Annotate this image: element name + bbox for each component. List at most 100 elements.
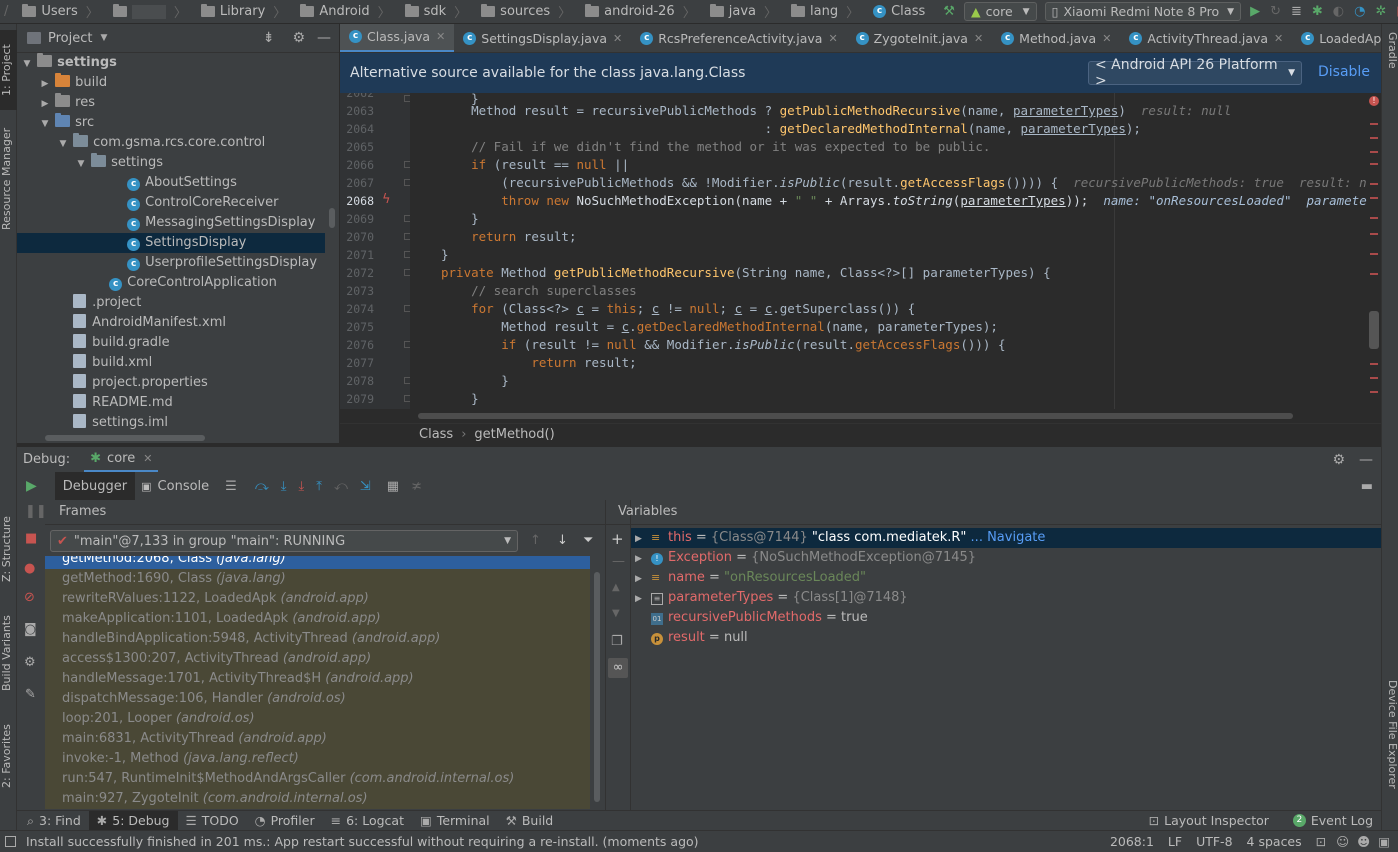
editor-tab[interactable]: c Class.java ✕ [340, 24, 455, 52]
profile-icon[interactable]: ◔ [1354, 4, 1365, 20]
platform-select[interactable]: < Android API 26 Platform > ▼ [1088, 57, 1302, 89]
frame-item[interactable]: getMethod:1690, Class (java.lang) [45, 569, 590, 589]
nav-crumb-library[interactable]: Library 〉 [197, 2, 296, 21]
variable-row[interactable]: ▶ ≡ name = "onResourcesLoaded" [627, 568, 866, 588]
toggle-tool-windows-icon[interactable] [5, 836, 16, 847]
collapse-all-icon[interactable]: ⇟ [263, 30, 275, 46]
error-mark[interactable] [1370, 123, 1378, 125]
close-icon[interactable]: ✕ [974, 32, 983, 45]
error-mark[interactable] [1370, 391, 1378, 393]
code-editor[interactable]: } Method result = recursivePublicMethods… [410, 93, 1367, 409]
expand-arrow-icon[interactable]: ▼ [57, 134, 69, 154]
resume-icon[interactable]: ▶ [26, 478, 37, 494]
editor-tab[interactable]: c ZygoteInit.java ✕ [847, 24, 993, 52]
error-mark[interactable] [1370, 197, 1378, 199]
tool-window-2[interactable]: ☰ TODO [178, 811, 247, 831]
inspector-icon[interactable]: ☺ [1336, 834, 1349, 849]
error-mark[interactable] [1370, 137, 1378, 139]
tree-item[interactable]: ▼ settings [17, 153, 325, 173]
trace-icon[interactable]: ≭ [411, 479, 422, 494]
editor-hscrollbar[interactable] [410, 409, 1381, 423]
line-separator[interactable]: LF [1168, 834, 1182, 849]
tree-item[interactable]: ▶ res [17, 93, 325, 113]
nav-crumb-class[interactable]: c Class [869, 4, 929, 19]
nav-crumb-java[interactable]: java 〉 [706, 2, 787, 21]
editor-vscroll-thumb[interactable] [1369, 311, 1379, 349]
menu-icon[interactable]: ☰ [225, 479, 237, 494]
expand-arrow-icon[interactable]: ▶ [635, 549, 651, 569]
nav-crumb-sdk[interactable]: sdk 〉 [401, 2, 478, 21]
variable-row[interactable]: 01 recursivePublicMethods = true [627, 608, 868, 628]
error-mark[interactable] [1370, 163, 1378, 165]
tab-device-file-explorer[interactable]: Device File Explorer [1382, 680, 1398, 820]
editor-hscroll-thumb[interactable] [418, 413, 1293, 419]
step-into-icon[interactable]: ⤓ [281, 479, 287, 494]
tab-console[interactable]: ▣ Console [141, 479, 209, 494]
layout-settings-icon[interactable]: ▬ [1361, 479, 1373, 494]
pause-icon[interactable]: ❚❚ [25, 504, 47, 519]
error-stripe[interactable]: ! [1367, 93, 1381, 409]
arrow-down-icon[interactable]: ↓ [557, 533, 568, 548]
tree-item[interactable]: c CoreControlApplication [17, 273, 325, 293]
event-log-button[interactable]: 2 Event Log [1285, 811, 1381, 831]
expand-arrow-icon[interactable]: ▶ [39, 94, 51, 114]
tool-window-1[interactable]: ✱ 5: Debug [88, 810, 178, 831]
tool-window-3[interactable]: ◔ Profiler [247, 811, 323, 831]
tree-item[interactable]: .project [17, 293, 325, 313]
error-mark[interactable] [1370, 183, 1378, 185]
expand-arrow-icon[interactable]: ▼ [21, 54, 33, 74]
tree-item[interactable]: project.properties [17, 373, 325, 393]
tree-item[interactable]: c ControlCoreReceiver [17, 193, 325, 213]
run-config-select[interactable]: ▲ core ▼ [963, 2, 1037, 21]
nav-crumb-lang[interactable]: lang 〉 [787, 2, 869, 21]
tree-item[interactable]: c AboutSettings [17, 173, 325, 193]
editor-tab[interactable]: cLoadedApk.java✕ [1292, 24, 1381, 52]
tree-item[interactable]: build.xml [17, 353, 325, 373]
coverage-icon[interactable]: ◐ [1333, 4, 1344, 20]
frame-item[interactable]: handleBindApplication:5948, ActivityThre… [45, 629, 590, 649]
editor-tab[interactable]: c ActivityThread.java ✕ [1120, 24, 1292, 52]
error-mark[interactable] [1370, 253, 1378, 255]
frame-item[interactable]: main:6831, ActivityThread (android.app) [45, 729, 590, 749]
editor-tab[interactable]: c Method.java ✕ [992, 24, 1120, 52]
nav-crumb-android26[interactable]: android-26 〉 [581, 2, 706, 21]
device-select[interactable]: ▯ Xiaomi Redmi Note 8 Pro ▼ [1044, 2, 1242, 21]
tree-item[interactable]: ▼ com.gsma.rcs.core.control [17, 133, 325, 153]
run-icon[interactable]: ▶ [1250, 4, 1260, 20]
frame-item[interactable]: makeApplication:1101, LoadedApk (android… [45, 609, 590, 629]
nav-crumb-sources[interactable]: sources 〉 [477, 2, 581, 21]
tool-window-5[interactable]: ▣ Terminal [412, 811, 498, 831]
caret-position[interactable]: 2068:1 [1110, 834, 1154, 849]
lock-icon[interactable]: ⊡ [1316, 834, 1326, 849]
tree-item[interactable]: ▼ src [17, 113, 325, 133]
tool-window-0[interactable]: ⌕ 3: Find [19, 811, 89, 831]
error-mark[interactable] [1370, 363, 1378, 365]
close-icon[interactable]: ✕ [1274, 32, 1283, 45]
file-encoding[interactable]: UTF-8 [1196, 834, 1232, 849]
minimize-icon[interactable]: — [1359, 452, 1373, 468]
layout-inspector-button[interactable]: ⊡ Layout Inspector [1141, 811, 1277, 831]
tab-debugger[interactable]: Debugger [54, 472, 136, 500]
hammer-icon[interactable]: ⚒ [943, 4, 955, 20]
tree-item[interactable]: c UserprofileSettingsDisplay [17, 253, 325, 273]
nav-crumb-user[interactable]: 〉 [109, 2, 197, 21]
editor-tab[interactable]: c RcsPreferenceActivity.java ✕ [631, 24, 846, 52]
variable-row[interactable]: p result = null [627, 628, 748, 648]
variable-row[interactable]: ▶ ≡ parameterTypes = {Class[1]@7148} [627, 588, 908, 608]
minimize-icon[interactable]: — [317, 30, 331, 46]
camera-icon[interactable]: ◙ [24, 622, 37, 637]
nav-crumb-root[interactable]: / [0, 4, 18, 19]
expand-arrow-icon[interactable]: ▶ [635, 569, 651, 589]
frame-item[interactable]: loop:201, Looper (android.os) [45, 709, 590, 729]
frame-item[interactable]: dispatchMessage:106, Handler (android.os… [45, 689, 590, 709]
tab-debug-session[interactable]: ✱ core ✕ [84, 447, 159, 473]
status-message[interactable]: Install successfully finished in 201 ms.… [26, 834, 699, 849]
gear-icon[interactable]: ⚙ [292, 30, 305, 46]
error-mark[interactable] [1370, 273, 1378, 275]
nav-crumb-android[interactable]: Android 〉 [296, 2, 400, 21]
debug-icon[interactable]: ✱ [1312, 4, 1323, 20]
editor-gutter[interactable]: 2062 2063 2064 2065 2066 2067 2068 2069 2070 2071… [340, 93, 410, 409]
tab-resource-manager[interactable]: Resource Manager [0, 120, 17, 238]
mute-breakpoints-icon[interactable]: ⊘ [24, 590, 35, 605]
breadcrumb-class[interactable]: Class [419, 427, 453, 442]
